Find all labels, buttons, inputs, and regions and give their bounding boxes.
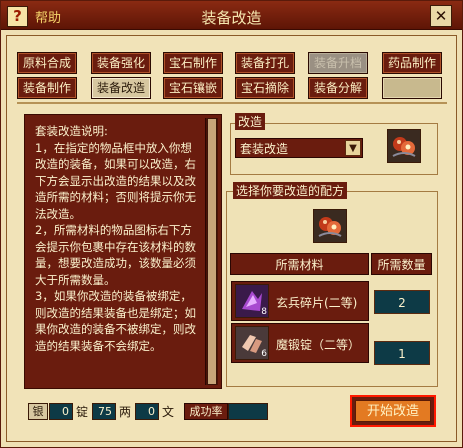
material-row: 6 魔锻锭（二等）: [231, 323, 369, 363]
wen-unit: 文: [162, 405, 175, 419]
tab-separator: [17, 102, 447, 104]
instructions-text: 套装改造说明: 1，在指定的物品框中放入你想改造的装备，如果可以改造，右下方会显…: [35, 124, 196, 353]
material-row: 8 玄兵碎片(二等): [231, 281, 369, 321]
instructions-panel: 套装改造说明: 1，在指定的物品框中放入你想改造的装备，如果可以改造，右下方会显…: [24, 114, 222, 389]
recipe-result-orb-icon: [314, 210, 346, 242]
material-quantity: 2: [374, 290, 430, 314]
scrollbar-thumb[interactable]: [207, 118, 217, 385]
modify-type-select[interactable]: 套装改造 ▼: [235, 138, 363, 158]
material-header: 所需材料: [230, 253, 369, 275]
title-bar[interactable]: ? 帮助 装备改造 ✕: [1, 1, 462, 30]
liang-value: 75: [92, 403, 116, 420]
success-rate-label: 成功率: [184, 403, 228, 420]
tab-equipment-upgrade: 装备升档: [308, 52, 368, 74]
success-rate-value: [228, 403, 268, 420]
start-modify-button-frame[interactable]: 开始改造: [350, 395, 436, 427]
start-modify-button[interactable]: 开始改造: [355, 400, 431, 422]
tab-equipment-modify[interactable]: 装备改造: [91, 77, 151, 99]
material-name: 魔锻锭（二等）: [276, 338, 361, 352]
equipment-orb-icon: [388, 130, 420, 162]
modify-type-value: 套装改造: [240, 142, 289, 156]
silver-label: 银: [28, 403, 48, 420]
material-owned-count: 6: [261, 349, 267, 359]
equipment-slot[interactable]: [387, 129, 421, 163]
equipment-modify-window: ? 帮助 装备改造 ✕ 原料合成 装备强化 宝石制作 装备打孔 装备升档 药品制…: [0, 0, 463, 448]
liang-unit: 两: [119, 405, 132, 419]
tab-material-synthesis[interactable]: 原料合成: [17, 52, 77, 74]
window-title: 装备改造: [201, 9, 262, 27]
recipe-result-slot[interactable]: [313, 209, 347, 243]
quantity-header: 所需数量: [371, 253, 432, 275]
chevron-down-icon[interactable]: ▼: [345, 140, 361, 156]
tab-gem-remove[interactable]: 宝石摘除: [235, 77, 295, 99]
material-owned-count: 8: [261, 307, 267, 317]
tab-potion-craft[interactable]: 药品制作: [382, 52, 442, 74]
tab-equipment-disassemble[interactable]: 装备分解: [308, 77, 368, 99]
tab-equipment-craft[interactable]: 装备制作: [17, 77, 77, 99]
tab-gem-craft[interactable]: 宝石制作: [163, 52, 223, 74]
recipe-label: 选择你要改造的配方: [233, 182, 348, 199]
ding-value: 0: [49, 403, 73, 420]
instructions-scrollbar[interactable]: [205, 118, 218, 385]
wen-value: 0: [135, 403, 159, 420]
tab-equipment-punch[interactable]: 装备打孔: [235, 52, 295, 74]
ding-unit: 锭: [76, 405, 89, 419]
material-icon-slot[interactable]: 6: [235, 326, 269, 360]
tab-gem-inlay[interactable]: 宝石镶嵌: [163, 77, 223, 99]
material-quantity: 1: [374, 341, 430, 365]
modify-label: 改造: [235, 113, 266, 130]
close-icon[interactable]: ✕: [430, 5, 452, 27]
tab-empty-slot: [382, 77, 442, 99]
material-icon-slot[interactable]: 8: [235, 284, 269, 318]
material-name: 玄兵碎片(二等): [276, 296, 358, 310]
tab-equipment-enhance[interactable]: 装备强化: [91, 52, 151, 74]
